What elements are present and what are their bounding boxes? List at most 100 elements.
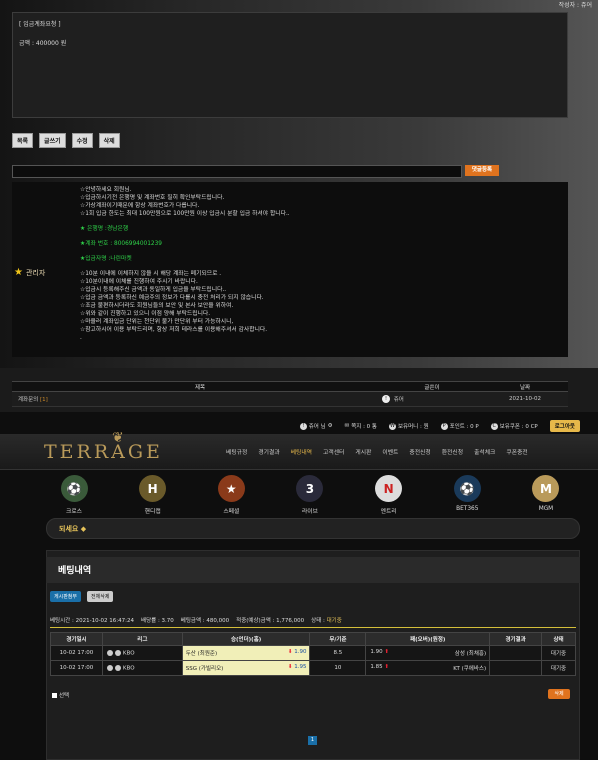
list-button[interactable]: 목록 bbox=[12, 133, 34, 148]
list-item-title[interactable]: 계좌문의 bbox=[18, 397, 38, 403]
row-league: KBO bbox=[122, 650, 135, 657]
game-bet365[interactable]: ⚽ BET365 bbox=[443, 475, 491, 515]
message-link[interactable]: ✉ 쪽지 : 0 통 bbox=[345, 422, 377, 430]
admin-line: ☆입금하시기전 은행명 및 계좌번호 필히 확인부탁드립니다. bbox=[80, 195, 225, 201]
status-badge: 대기중 bbox=[326, 618, 342, 624]
game-handicap[interactable]: H 핸디캡 bbox=[129, 475, 177, 515]
depositor-name: ★입금자명 :나린마켓 bbox=[80, 256, 132, 262]
point-link[interactable]: P 포인트 : 0 P bbox=[440, 422, 479, 430]
board-list: 제목 글쓴이 날짜 계좌문의 [1] ! 쥬어 2021-10-02 bbox=[12, 381, 568, 407]
menu-event[interactable]: 이벤트 bbox=[382, 447, 398, 456]
admin-line: ☆10분 이내에 이체하지 않을 시 해당 계좌는 폐기되므로 . bbox=[80, 271, 222, 277]
edit-button[interactable]: 수정 bbox=[71, 133, 93, 148]
home-team: SSG (가빌리오) bbox=[185, 666, 224, 672]
coin-icon: ₩ bbox=[388, 422, 396, 430]
point-value: 포인트 : 0 P bbox=[449, 424, 479, 430]
col-away: 패(오버)(원정) bbox=[365, 632, 491, 646]
admin-label: ★ 관리자 bbox=[14, 267, 45, 278]
menu-deposit[interactable]: 충전신청 bbox=[409, 447, 430, 456]
table-row: 10-02 17:00 KBO 두산 (최원준) ⬇ 1.90 8.5 1.90 … bbox=[50, 645, 576, 661]
bet-actions: 게시판첨부 전체삭제 bbox=[50, 591, 114, 602]
admin-line: ☆10분이내에 이체를 진행하여 주시기 바랍니다. bbox=[80, 279, 198, 285]
user-icon: ! bbox=[299, 422, 307, 430]
home-pick: SSG (가빌리오) ⬇ 1.95 bbox=[181, 660, 311, 676]
menu-results[interactable]: 경기결과 bbox=[258, 447, 279, 456]
col-draw: 무/기준 bbox=[309, 632, 367, 646]
header-date: 날짜 bbox=[519, 384, 531, 391]
mgm-icon: M bbox=[532, 475, 560, 502]
bet-summary: 베팅시간 : 2021-10-02 16:47:24 배당률 : 3.70 베팅… bbox=[50, 616, 576, 628]
flag-icon bbox=[114, 664, 121, 671]
admin-line: ☆입금시 등록해주신 금액과 동일하게 입금을 부탁드립니다.. bbox=[80, 287, 227, 293]
write-button[interactable]: 글쓰기 bbox=[39, 133, 66, 148]
message-count: 쪽지 : 0 통 bbox=[351, 424, 377, 430]
menu-withdraw[interactable]: 환전신청 bbox=[442, 447, 463, 456]
handicap-icon: H bbox=[139, 475, 167, 502]
game-soccer-ball[interactable]: ⚽ 크로스 bbox=[50, 475, 98, 515]
menu-coupon[interactable]: 쿠폰충전 bbox=[506, 447, 527, 456]
logout-button[interactable]: 로그아웃 bbox=[549, 420, 580, 432]
marquee-text: 되세요 ◆ bbox=[59, 524, 87, 533]
list-item[interactable]: 계좌문의 [1] ! 쥬어 2021-10-02 bbox=[12, 392, 568, 407]
menu-attendance[interactable]: 출석체크 bbox=[474, 447, 495, 456]
money-link[interactable]: ₩ 보유머니 : 원 bbox=[388, 422, 429, 430]
delete-all-button[interactable]: 전체삭제 bbox=[87, 591, 114, 602]
bet-table: 경기일시 리그 승(언더)(홈) 무/기준 패(오버)(원정) 경기결과 상태 … bbox=[50, 632, 576, 676]
admin-message: ☆안녕하세요 회원님. ☆입금하시기전 은행명 및 계좌번호 필히 확인부탁드립… bbox=[80, 186, 560, 342]
menu-bet-history[interactable]: 베팅내역 bbox=[291, 447, 312, 456]
comment-input[interactable] bbox=[12, 165, 462, 178]
col-status: 상태 bbox=[541, 632, 576, 646]
gear-icon[interactable]: ⚙ bbox=[328, 423, 333, 429]
bet-title-bar bbox=[46, 557, 580, 583]
delete-button[interactable]: 삭제 bbox=[548, 689, 570, 699]
bet-status-label: 상태 : bbox=[311, 618, 325, 624]
checkbox-icon bbox=[52, 692, 57, 698]
flag-icon bbox=[114, 649, 121, 656]
bet-amount: 베팅금액 : 480,000 bbox=[180, 618, 230, 624]
admin-name: 관리자 bbox=[25, 268, 46, 277]
game-label: MGM bbox=[538, 506, 554, 512]
menu-board[interactable]: 게시판 bbox=[355, 447, 371, 456]
notice-marquee: 되세요 ◆ bbox=[46, 518, 580, 539]
away-odds: 1.85 bbox=[370, 664, 383, 670]
game-special[interactable]: ★ 스페셜 bbox=[207, 475, 255, 515]
admin-line: ☆참고하시어 이용 부탁드리며, 항상 저희 테라스를 이용해주셔서 감사합니다… bbox=[80, 327, 268, 333]
menu-betting-rules[interactable]: 베팅규정 bbox=[226, 447, 247, 456]
game-label: 스페셜 bbox=[223, 509, 240, 515]
bet-win: 적중(예상)금액 : 1,776,000 bbox=[236, 618, 305, 624]
row-line: 10 bbox=[309, 660, 367, 676]
delete-post-button[interactable]: 삭제 bbox=[98, 133, 120, 148]
coupon-link[interactable]: C 보유쿠폰 : 0 CP bbox=[490, 422, 538, 430]
point-icon: P bbox=[440, 422, 448, 430]
baseball-icon bbox=[106, 664, 113, 671]
soccer-ball-icon: ⚽ bbox=[60, 475, 88, 502]
post-request-title: [ 입금계좌요청 ] bbox=[19, 21, 61, 28]
game-label: 핸디캡 bbox=[144, 509, 161, 515]
star-icon: ★ bbox=[14, 267, 23, 278]
site-logo[interactable]: TERRAGE bbox=[44, 441, 163, 463]
admin-reply: ★ 관리자 ☆안녕하세요 회원님. ☆입금하시기전 은행명 및 계좌번호 필히 … bbox=[12, 182, 568, 357]
comment-submit-button[interactable]: 댓글등록 bbox=[465, 165, 499, 176]
game-mgm[interactable]: M MGM bbox=[522, 475, 570, 515]
select-all-checkbox[interactable]: 선택 bbox=[52, 691, 69, 699]
game-live[interactable]: 3 라이브 bbox=[286, 475, 334, 515]
game-ntry[interactable]: N 엔트리 bbox=[365, 475, 413, 515]
header-title: 제목 bbox=[194, 384, 206, 391]
list-item-date: 2021-10-02 bbox=[509, 396, 541, 402]
row-date: 10-02 17:00 bbox=[50, 645, 103, 661]
admin-line: ☆마을러 계좌입금 단위는 천단위 불가 만단위 부터 가능하시니, bbox=[80, 319, 234, 325]
pagination-page[interactable]: 1 bbox=[308, 736, 317, 745]
bet-odds: 배당률 : 3.70 bbox=[141, 618, 174, 624]
game-label: 엔트리 bbox=[380, 509, 397, 515]
menu-support[interactable]: 고객센터 bbox=[323, 447, 344, 456]
row-status: 대기중 bbox=[541, 645, 576, 661]
admin-line: ☆가상계좌이기때문에 항상 계좌번호가 다릅니다. bbox=[80, 203, 200, 209]
home-pick: 두산 (최원준) ⬇ 1.90 bbox=[181, 645, 311, 661]
attach-board-button[interactable]: 게시판첨부 bbox=[50, 591, 82, 602]
admin-line: . bbox=[80, 335, 82, 341]
main-menu: 베팅규정 경기결과 베팅내역 고객센터 게시판 이벤트 충전신청 환전신청 출석… bbox=[226, 447, 528, 456]
list-item-author: 쥬어 bbox=[393, 396, 404, 403]
col-date: 경기일시 bbox=[50, 632, 103, 646]
arrow-up-icon: ⬆ bbox=[384, 664, 389, 670]
arrow-down-icon: ⬇ bbox=[287, 664, 293, 670]
